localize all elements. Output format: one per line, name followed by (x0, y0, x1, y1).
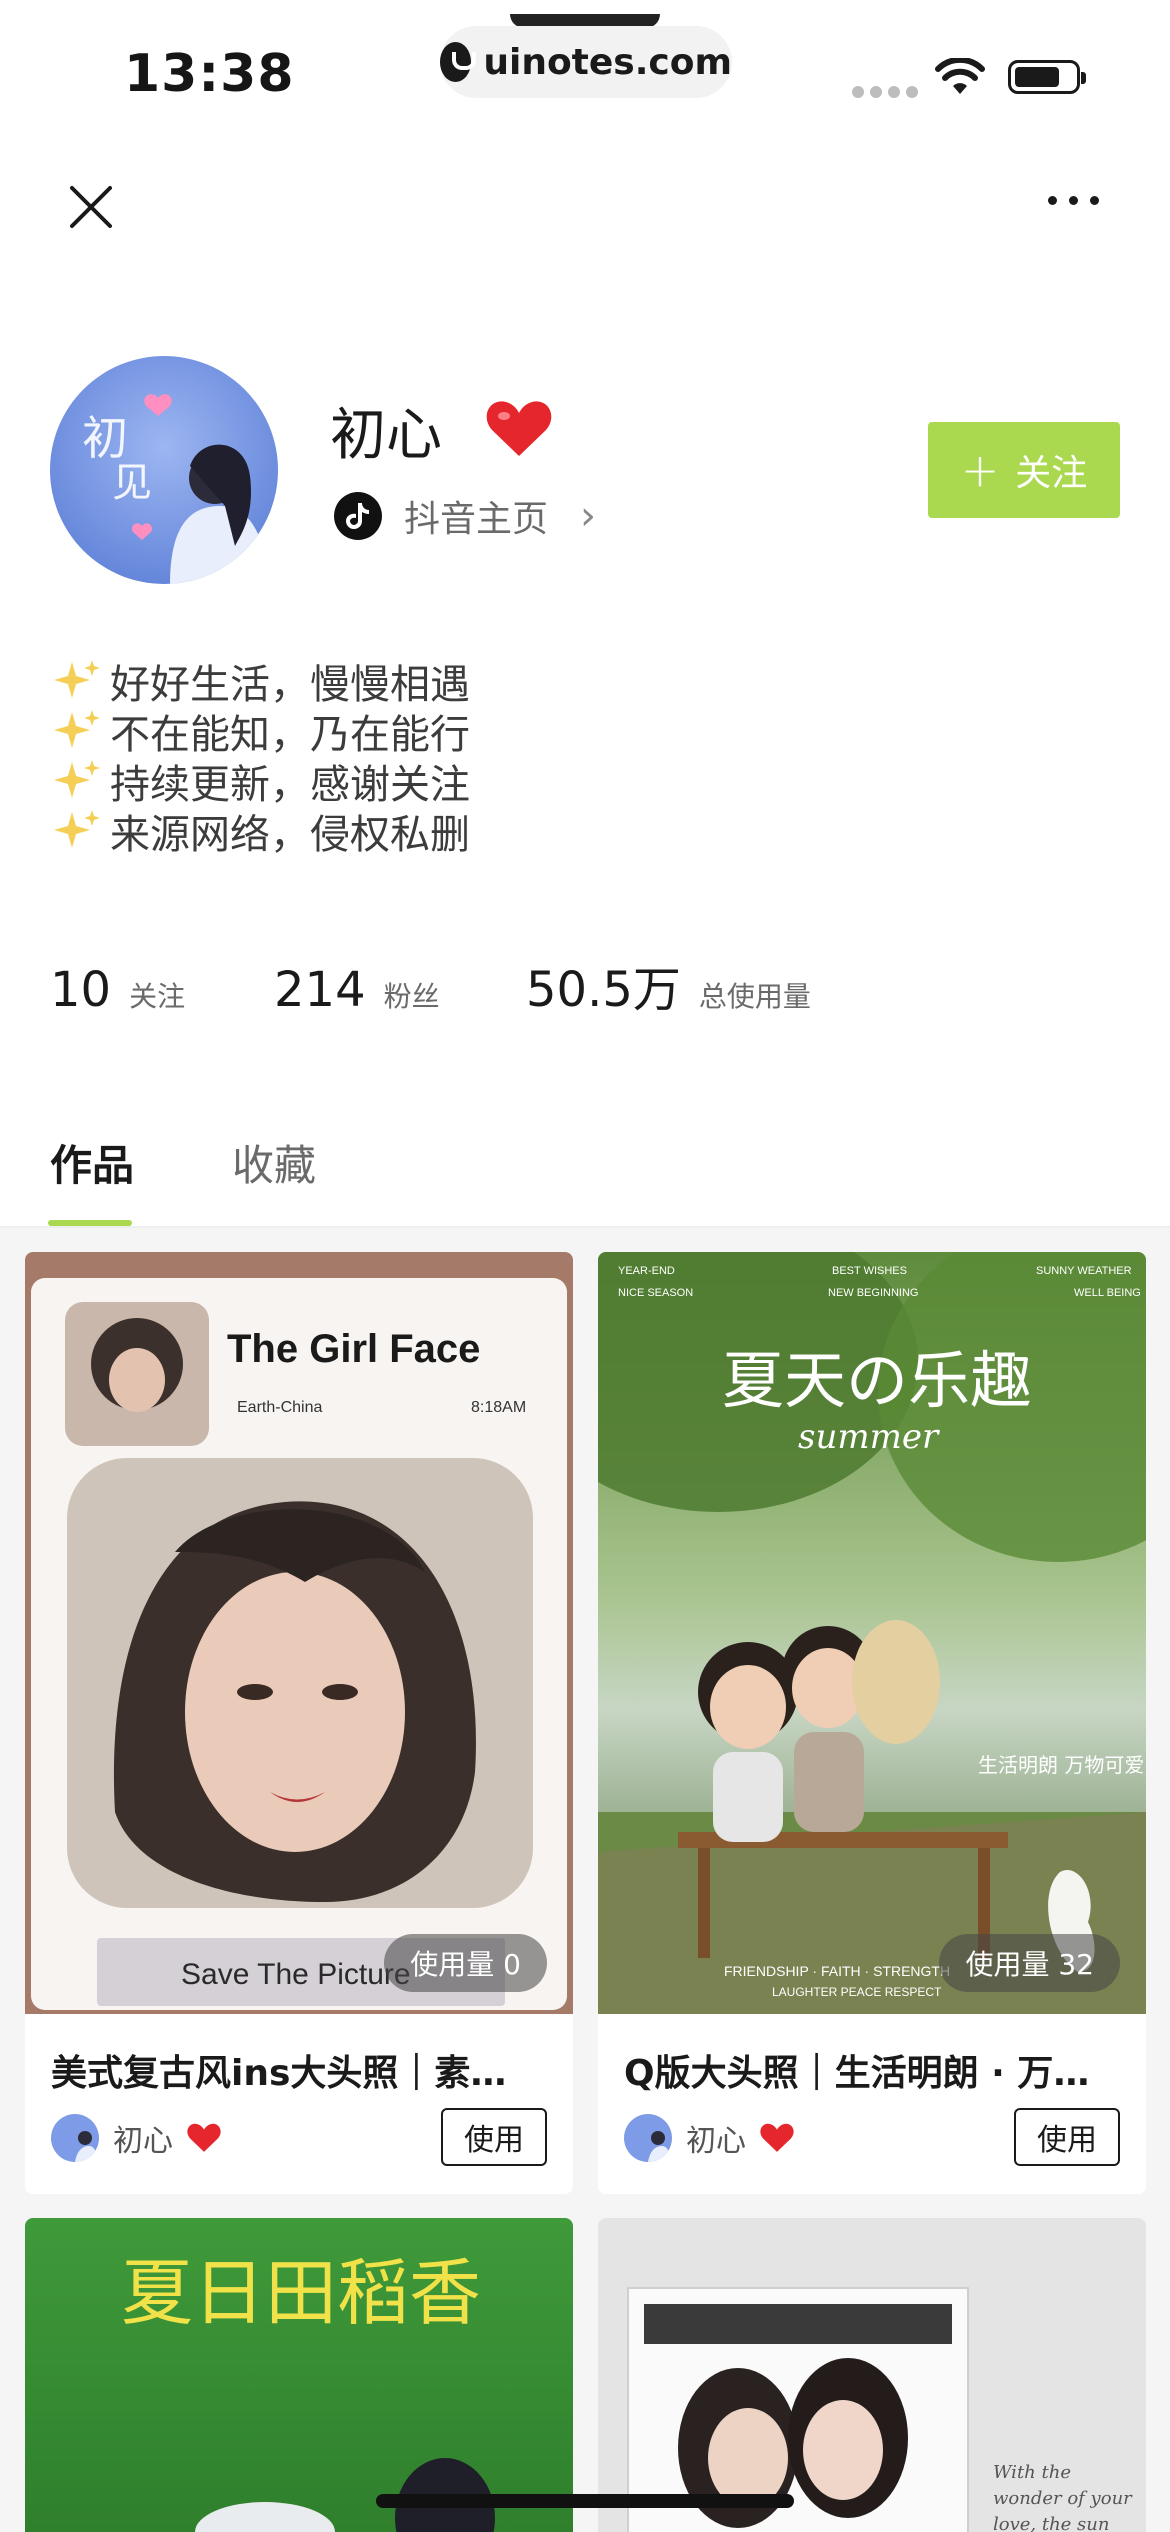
heart-icon (760, 2123, 794, 2152)
close-icon[interactable] (68, 184, 114, 230)
author-name: 初心 (113, 2124, 173, 2159)
wifi-icon (935, 58, 985, 94)
card-thumbnail[interactable]: 夏日田稻香 (25, 2218, 573, 2532)
bio-line: 好好生活，慢慢相遇 (50, 656, 470, 708)
thumb-text: LAUGHTER PEACE RESPECT (772, 1985, 942, 1999)
svg-text:见: 见 (112, 460, 152, 506)
home-indicator[interactable] (376, 2494, 794, 2508)
sparkles-icon (54, 760, 100, 798)
signal-icon (852, 86, 918, 98)
stat-value: 50.5万 (526, 962, 681, 1018)
usage-badge: 使用量 0 (384, 1934, 547, 1992)
thumb-subheading: summer (798, 1417, 940, 1457)
plus-icon: + (960, 443, 1000, 497)
thumb-text: BEST WISHES (832, 1265, 907, 1277)
card-thumbnail[interactable]: The Girl Face Earth-China 8:18AM Save Th… (25, 1252, 573, 2014)
template-card[interactable]: 夏日田稻香 (25, 2218, 573, 2532)
thumb-heading: The Girl Face (227, 1327, 480, 1371)
template-card[interactable]: With thewonder of yourlove, the sunabove… (598, 2218, 1146, 2532)
status-time: 13:38 (124, 44, 295, 104)
author-name: 初心 (686, 2124, 746, 2159)
author-avatar (624, 2114, 672, 2162)
svg-text:初: 初 (82, 411, 128, 465)
thumb-text: YEAR-END (618, 1265, 675, 1277)
thumb-text: SUNNY WEATHER (1036, 1265, 1132, 1277)
bio: 好好生活，慢慢相遇 不在能知，乃在能行 持续更新，感谢关注 来源网络，侵权私删 (50, 656, 470, 858)
card-title: Q版大头照｜生活明朗 · 万… (624, 2053, 1090, 2094)
douyin-homepage-label: 抖音主页 (404, 499, 549, 540)
bio-text: 来源网络，侵权私删 (110, 812, 470, 858)
template-card[interactable]: The Girl Face Earth-China 8:18AM Save Th… (25, 1252, 573, 2194)
card-author[interactable]: 初心 (51, 2114, 221, 2162)
card-thumbnail[interactable]: With thewonder of yourlove, the sunabove… (598, 2218, 1146, 2532)
profile-stats: 10 关注 214 粉丝 50.5万 总使用量 (50, 950, 811, 1020)
stat-value: 10 (50, 962, 112, 1018)
thumb-text: NICE SEASON (618, 1287, 693, 1299)
battery-icon (1008, 60, 1086, 94)
heart-icon (187, 2123, 221, 2152)
thumb-heading: 夏天の乐趣 (722, 1344, 1032, 1417)
username: 初心 (330, 403, 442, 468)
thumb-location: Earth-China (237, 1399, 322, 1416)
thumb-button-text: Save The Picture (181, 1958, 411, 1991)
site-logo-icon (440, 42, 477, 82)
stat-followers[interactable]: 214 粉丝 (274, 962, 526, 1018)
usage-badge: 使用量 32 (939, 1934, 1120, 1992)
douyin-homepage-link[interactable]: 抖音主页 › (334, 490, 596, 542)
more-options-icon[interactable] (1048, 196, 1099, 205)
thumb-text: NEW BEGINNING (828, 1287, 918, 1299)
stat-following[interactable]: 10 关注 (50, 962, 274, 1018)
follow-label: 关注 (1015, 453, 1088, 494)
avatar[interactable]: 初 见 (50, 356, 278, 584)
sparkles-icon (54, 660, 100, 698)
follow-button[interactable]: + 关注 (928, 422, 1120, 518)
thumb-handwriting: 生活明朗 万物可爱 (978, 1753, 1144, 1777)
stat-label: 总使用量 (698, 980, 811, 1013)
card-author[interactable]: 初心 (624, 2114, 794, 2162)
author-avatar (51, 2114, 99, 2162)
card-title: 美式复古风ins大头照｜素… (51, 2053, 507, 2094)
stat-value: 214 (274, 962, 366, 1018)
thumb-time: 8:18AM (471, 1399, 526, 1416)
bio-line: 不在能知，乃在能行 (50, 706, 470, 758)
thumb-heading: 夏日田稻香 (121, 2251, 481, 2335)
bio-line: 持续更新，感谢关注 (50, 756, 470, 808)
thumb-text: FRIENDSHIP · FAITH · STRENGTH (724, 1963, 950, 1979)
use-button[interactable]: 使用 (1014, 2108, 1120, 2166)
sparkles-icon (54, 810, 100, 848)
thumb-text: WELL BEING (1074, 1287, 1141, 1299)
tab-works[interactable]: 作品 (50, 1132, 134, 1193)
use-button[interactable]: 使用 (441, 2108, 547, 2166)
sparkles-icon (54, 710, 100, 748)
stat-total-usage: 50.5万 总使用量 (526, 950, 811, 1020)
url-text: uinotes.com (483, 41, 732, 83)
template-card[interactable]: YEAR-END NICE SEASON BEST WISHES NEW BEG… (598, 1252, 1146, 2194)
tab-favorites[interactable]: 收藏 (232, 1132, 316, 1193)
stat-label: 关注 (129, 980, 186, 1013)
bio-line: 来源网络，侵权私删 (50, 806, 470, 858)
chevron-right-icon: › (580, 493, 597, 539)
stat-label: 粉丝 (383, 980, 440, 1013)
card-thumbnail[interactable]: YEAR-END NICE SEASON BEST WISHES NEW BEG… (598, 1252, 1146, 2014)
url-pill[interactable]: uinotes.com (440, 26, 732, 98)
heart-icon (486, 401, 552, 456)
tiktok-icon (334, 492, 382, 540)
